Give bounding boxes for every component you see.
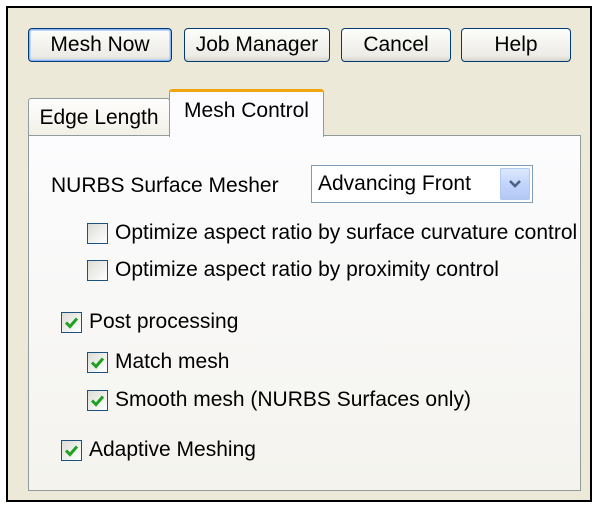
tab-edge-length-label: Edge Length <box>39 105 159 129</box>
match-mesh-checkbox[interactable] <box>87 351 108 373</box>
match-mesh-label: Match mesh <box>115 350 230 373</box>
checkmark-icon <box>64 445 79 457</box>
nurbs-mesher-value: Advancing Front <box>318 172 471 195</box>
dropdown-arrow-button[interactable] <box>500 168 530 200</box>
checkmark-icon <box>90 357 105 369</box>
adaptive-meshing-checkbox-row[interactable]: Adaptive Meshing <box>61 438 256 462</box>
opt-proximity-checkbox-row[interactable]: Optimize aspect ratio by proximity contr… <box>87 258 499 282</box>
mesh-dialog: Mesh Now Job Manager Cancel Help Edge Le… <box>6 6 592 502</box>
post-processing-checkbox[interactable] <box>61 311 82 333</box>
checkmark-icon <box>90 395 105 407</box>
adaptive-meshing-label: Adaptive Meshing <box>89 438 256 461</box>
smooth-mesh-checkbox[interactable] <box>87 389 108 411</box>
mesh-now-button[interactable]: Mesh Now <box>28 28 172 62</box>
cancel-button[interactable]: Cancel <box>341 28 451 62</box>
opt-curvature-label: Optimize aspect ratio by surface curvatu… <box>115 221 578 244</box>
help-button[interactable]: Help <box>461 28 571 62</box>
mesh-control-panel: NURBS Surface Mesher Advancing Front Opt… <box>28 135 581 491</box>
post-processing-label: Post processing <box>89 310 239 333</box>
tab-mesh-control[interactable]: Mesh Control <box>169 89 324 137</box>
opt-proximity-checkbox[interactable] <box>87 259 108 281</box>
match-mesh-checkbox-row[interactable]: Match mesh <box>87 350 229 374</box>
chevron-down-icon <box>509 180 521 188</box>
smooth-mesh-checkbox-row[interactable]: Smooth mesh (NURBS Surfaces only) <box>87 388 471 412</box>
checkmark-icon <box>64 317 79 329</box>
opt-proximity-label: Optimize aspect ratio by proximity contr… <box>115 258 499 281</box>
tab-mesh-control-label: Mesh Control <box>184 98 309 122</box>
post-processing-checkbox-row[interactable]: Post processing <box>61 310 238 334</box>
adaptive-meshing-checkbox[interactable] <box>61 439 82 461</box>
job-manager-button[interactable]: Job Manager <box>184 28 330 62</box>
opt-curvature-checkbox[interactable] <box>87 222 108 244</box>
opt-curvature-checkbox-row[interactable]: Optimize aspect ratio by surface curvatu… <box>87 221 577 245</box>
smooth-mesh-label: Smooth mesh (NURBS Surfaces only) <box>115 388 471 411</box>
tab-edge-length[interactable]: Edge Length <box>28 98 170 136</box>
nurbs-mesher-select[interactable]: Advancing Front <box>311 165 533 203</box>
nurbs-mesher-label: NURBS Surface Mesher <box>51 174 279 197</box>
